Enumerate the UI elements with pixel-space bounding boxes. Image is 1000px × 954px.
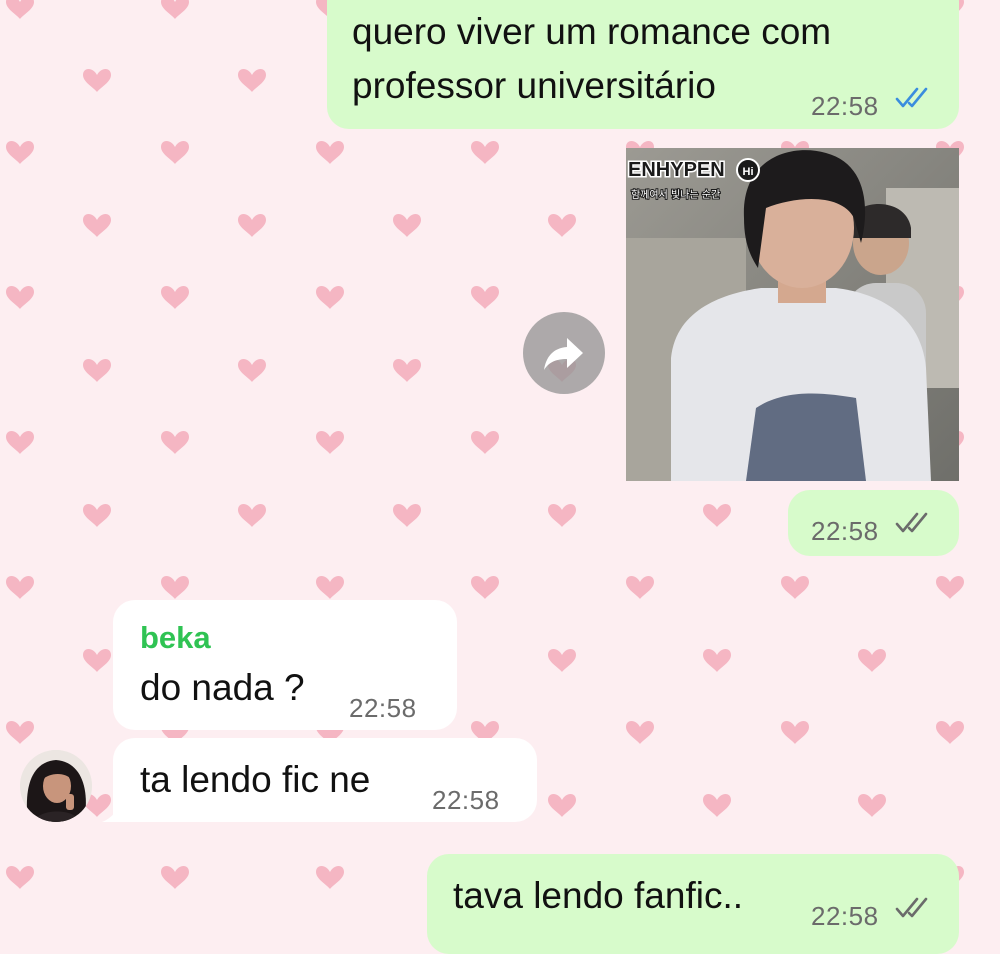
incoming-message-bubble[interactable]: beka do nada ? 22:58 (113, 600, 457, 730)
incoming-message-bubble[interactable]: ta lendo fic ne 22:58 (113, 738, 537, 822)
message-timestamp: 22:58 (811, 901, 879, 931)
avatar[interactable] (20, 750, 92, 822)
message-timestamp: 22:58 (432, 785, 500, 815)
message-text-line-1: quero viver um romance com (352, 11, 832, 52)
forward-arrow-icon (544, 338, 583, 370)
message-text: ta lendo fic ne (140, 759, 371, 800)
photo-content: ENHYPEN Hi 함께여서 빛나는 순간 (626, 148, 959, 481)
message-text: do nada ? (140, 667, 305, 708)
forward-button[interactable] (523, 312, 605, 394)
sender-name[interactable]: beka (140, 616, 211, 660)
message-timestamp: 22:58 (811, 516, 879, 546)
message-text-line-2: professor universitário (352, 65, 716, 106)
image-timestamp-bubble: 22:58 (788, 490, 959, 556)
photo-caption-text: 함께여서 빛나는 순간 (631, 189, 720, 201)
double-check-icon (895, 897, 928, 918)
shared-photo[interactable]: ENHYPEN Hi 함께여서 빛나는 순간 (626, 148, 959, 481)
message-text: tava lendo fanfic.. (453, 875, 744, 916)
double-check-icon (895, 512, 928, 533)
outgoing-message-bubble[interactable]: quero viver um romance com professor uni… (327, 0, 959, 129)
message-timestamp: 22:58 (811, 91, 879, 121)
avatar-image (20, 750, 92, 822)
photo-badge-text: Hi (743, 166, 754, 178)
double-check-icon (895, 87, 928, 108)
photo-brand-text: ENHYPEN (628, 159, 725, 181)
message-timestamp: 22:58 (349, 693, 417, 723)
outgoing-message-bubble[interactable]: tava lendo fanfic.. 22:58 (427, 854, 959, 954)
